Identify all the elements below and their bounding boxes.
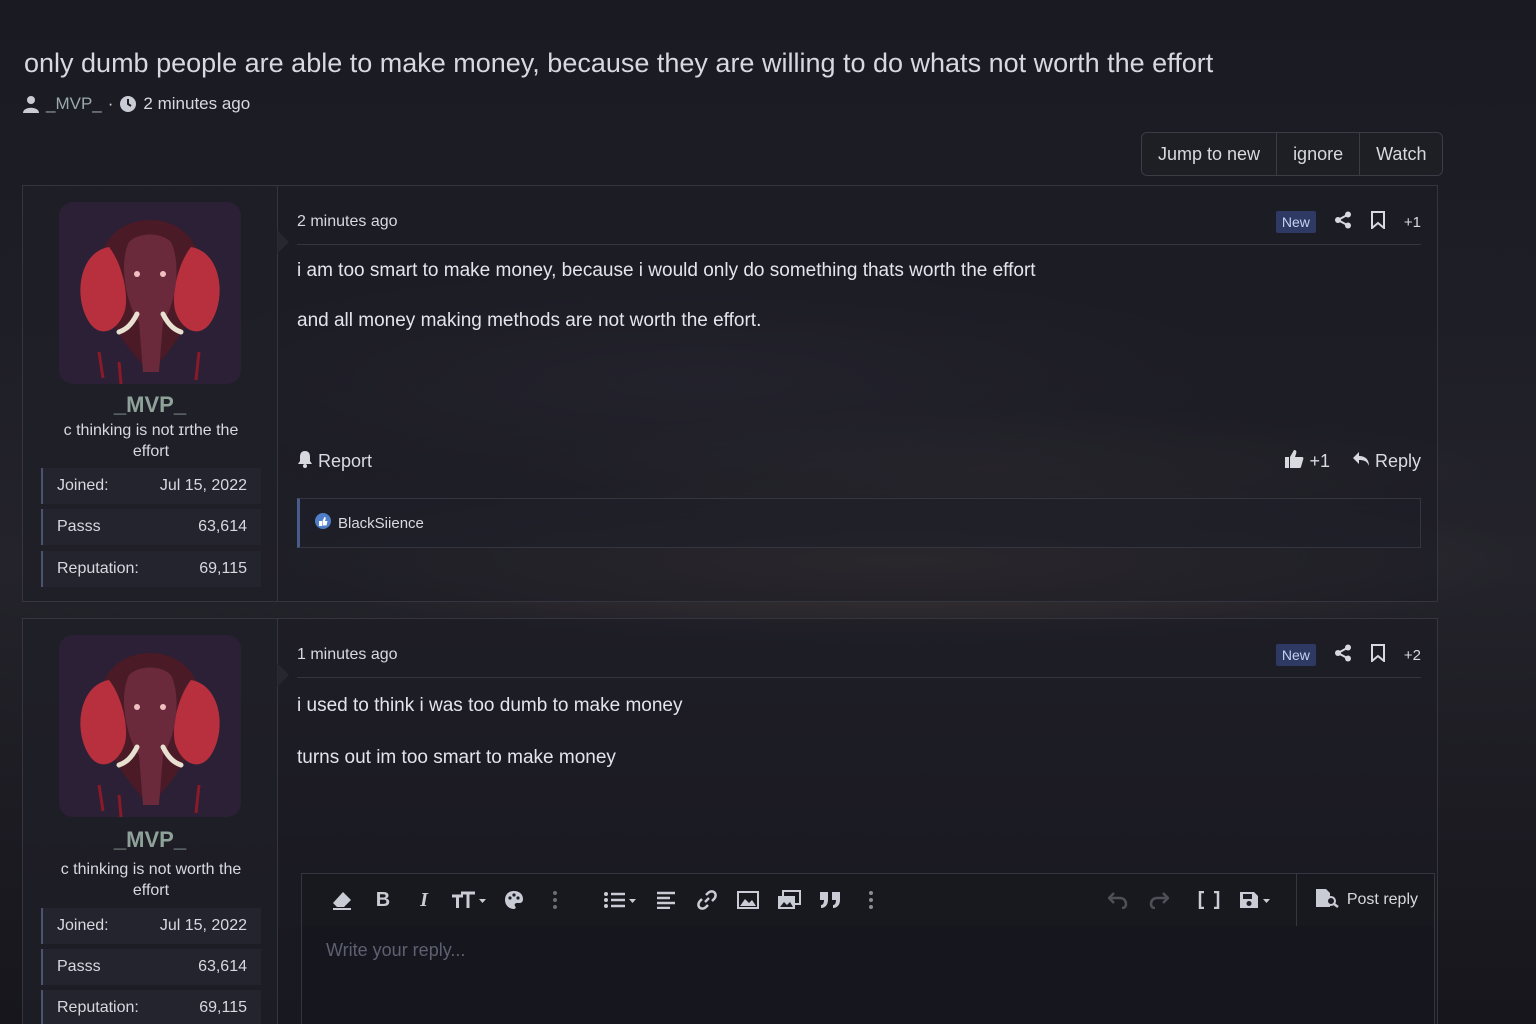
elephant-avatar-icon <box>59 635 241 817</box>
reaction-user-link[interactable]: BlackSiience <box>338 515 424 532</box>
stat-value: 69,115 <box>199 560 247 577</box>
post: _MVP_ c thinking is not worth the effort… <box>22 618 1438 1024</box>
stat-value: 63,614 <box>198 518 247 535</box>
post-reply-label: Post reply <box>1346 891 1418 908</box>
stat-reputation: Reputation: 69,115 <box>41 551 261 587</box>
stat-passs: Passs 63,614 <box>41 509 261 545</box>
username-link[interactable]: _MVP_ <box>23 392 277 418</box>
reply-arrow-icon <box>1352 451 1370 472</box>
like-count: +1 <box>1309 450 1330 471</box>
like-button[interactable]: +1 <box>1284 449 1330 474</box>
reply-button[interactable]: Reply <box>1352 451 1421 472</box>
avatar[interactable] <box>59 635 241 817</box>
bookmark-icon[interactable] <box>1370 210 1386 234</box>
user-info-panel: _MVP_ c thinking is not worth the effort… <box>23 619 289 1024</box>
watch-button[interactable]: Watch <box>1360 133 1442 175</box>
palette-icon[interactable] <box>498 884 530 916</box>
stat-label: Passs <box>57 518 101 535</box>
italic-icon[interactable]: I <box>408 884 440 916</box>
share-icon[interactable] <box>1334 644 1352 667</box>
reply-textarea[interactable] <box>302 926 1434 1024</box>
post-date-link[interactable]: 2 minutes ago <box>297 213 398 231</box>
post-paragraph: i am too smart to make money, because i … <box>297 260 1036 281</box>
post-footer: Report +1 Reply <box>297 448 1421 474</box>
reply-label: Reply <box>1374 450 1421 471</box>
report-label: Report <box>318 450 373 471</box>
reactions-bar[interactable]: BlackSiience <box>297 498 1421 548</box>
user-icon <box>22 95 40 113</box>
undo-icon[interactable] <box>1102 884 1134 916</box>
post-header: 1 minutes ago New +2 <box>297 633 1421 678</box>
stat-label: Reputation: <box>57 999 139 1016</box>
post-content: i am too smart to make money, because i … <box>297 260 1036 360</box>
post-paragraph: turns out im too smart to make money <box>297 747 616 768</box>
bold-icon[interactable]: B <box>367 884 399 916</box>
stat-label: Joined: <box>57 477 109 494</box>
save-draft-icon[interactable] <box>1237 884 1277 916</box>
post-reply-button[interactable]: Post reply <box>1295 874 1418 926</box>
bookmark-icon[interactable] <box>1370 643 1386 667</box>
new-badge: New <box>1275 644 1316 666</box>
avatar[interactable] <box>59 202 241 384</box>
document-search-icon <box>1315 888 1339 913</box>
stat-passs: Passs 63,614 <box>41 949 261 985</box>
thread-title: only dumb people are able to make money,… <box>24 48 1214 78</box>
like-reaction-icon <box>314 512 332 534</box>
media-gallery-icon[interactable] <box>773 884 805 916</box>
reply-editor: B I Post reply Write your reply... <box>301 873 1435 1024</box>
stat-value: 63,614 <box>198 958 247 975</box>
stat-value: 69,115 <box>199 999 247 1016</box>
redo-icon[interactable] <box>1143 884 1175 916</box>
meta-separator: · <box>107 94 114 113</box>
thread-actions: Jump to new ignore Watch <box>1141 132 1444 176</box>
post-paragraph: and all money making methods are not wor… <box>297 310 762 331</box>
align-icon[interactable] <box>650 884 682 916</box>
post-header: 2 minutes ago New +1 <box>297 200 1421 245</box>
stat-label: Passs <box>57 958 101 975</box>
stat-joined: Joined: Jul 15, 2022 <box>41 468 261 504</box>
post: _MVP_ c thinking is not ɪrthe the effort… <box>22 185 1438 602</box>
report-button[interactable]: Report <box>297 450 372 473</box>
new-badge: New <box>1275 211 1316 233</box>
elephant-avatar-icon <box>59 202 241 384</box>
clock-icon <box>119 95 137 113</box>
thread-time: 2 minutes ago <box>143 94 251 113</box>
user-title: c thinking is not worth the effort <box>60 861 242 899</box>
stat-value: Jul 15, 2022 <box>159 477 247 494</box>
post-number-link[interactable]: +1 <box>1404 214 1421 231</box>
list-icon[interactable] <box>601 884 641 916</box>
user-title: c thinking is not ɪrthe the effort <box>63 422 239 460</box>
thread-meta: _MVP_ · 2 minutes ago <box>22 94 250 114</box>
stat-value: Jul 15, 2022 <box>159 917 247 934</box>
post-number-link[interactable]: +2 <box>1404 647 1421 664</box>
thread-author-link[interactable]: _MVP_ <box>46 94 102 114</box>
jump-to-new-button[interactable]: Jump to new <box>1142 133 1278 175</box>
more-insert-icon[interactable] <box>855 884 887 916</box>
more-options-icon[interactable] <box>539 884 571 916</box>
stat-label: Joined: <box>57 917 109 934</box>
link-icon[interactable] <box>691 884 723 916</box>
username-link[interactable]: _MVP_ <box>23 827 277 853</box>
user-info-panel: _MVP_ c thinking is not ɪrthe the effort… <box>23 186 289 601</box>
editor-toolbar: B I Post reply <box>302 874 1434 926</box>
share-icon[interactable] <box>1334 211 1352 234</box>
text-size-icon[interactable] <box>449 884 489 916</box>
post-date-link[interactable]: 1 minutes ago <box>297 646 398 664</box>
image-icon[interactable] <box>732 884 764 916</box>
bell-icon <box>297 450 313 473</box>
stat-joined: Joined: Jul 15, 2022 <box>41 908 261 944</box>
quote-icon[interactable] <box>814 884 846 916</box>
stat-label: Reputation: <box>57 560 139 577</box>
eraser-icon[interactable] <box>326 884 358 916</box>
thumbs-up-icon <box>1284 449 1304 474</box>
stat-reputation: Reputation: 69,115 <box>41 990 261 1024</box>
post-paragraph: i used to think i was too dumb to make m… <box>297 695 683 716</box>
post-content: i used to think i was too dumb to make m… <box>297 695 682 797</box>
ignore-button[interactable]: ignore <box>1277 133 1361 175</box>
bbcode-toggle-icon[interactable] <box>1193 884 1225 916</box>
